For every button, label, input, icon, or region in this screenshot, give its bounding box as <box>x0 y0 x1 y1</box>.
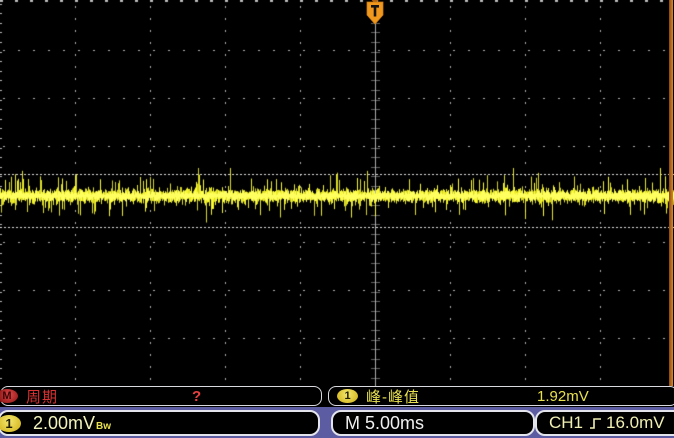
trigger-position-marker-icon <box>364 0 386 26</box>
status-bar: 1 2.00mV Bw M 5.00ms CH1 16.0mV ← <box>0 407 674 438</box>
measurement-period-value: ? <box>192 388 201 405</box>
ch1-source-badge: 1 <box>337 389 358 403</box>
trigger-level-value: 16.0mV <box>606 413 665 433</box>
timebase-value: M 5.00ms <box>345 413 424 434</box>
math-source-badge: M <box>0 389 18 403</box>
channel-scale-value: 2.00mV <box>33 413 95 434</box>
oscilloscope-screen: M 周期 ? 1 峰-峰值 1.92mV 1 2.00mV Bw M 5.00m… <box>0 0 674 438</box>
timebase-box: M 5.00ms <box>331 410 535 436</box>
trigger-info-box: CH1 16.0mV <box>535 410 674 436</box>
measurement-period-label: 周期 <box>26 386 58 407</box>
measurement-bar: M 周期 ? 1 峰-峰值 1.92mV <box>0 386 674 407</box>
measurement-peak-peak-box: 1 峰-峰值 1.92mV <box>328 386 674 406</box>
channel-scale-box: 1 2.00mV Bw <box>0 410 320 436</box>
trigger-source-label: CH1 <box>549 413 583 433</box>
measurement-period-box: M 周期 ? <box>0 386 322 406</box>
measurement-peak-peak-label: 峰-峰值 <box>366 386 420 407</box>
right-edge-orange-line <box>669 0 673 404</box>
rising-edge-icon <box>589 415 602 431</box>
bandwidth-limit-indicator: Bw <box>96 421 111 432</box>
channel1-badge: 1 <box>0 415 21 432</box>
measurement-peak-peak-value: 1.92mV <box>537 388 589 405</box>
graticule-waveform-canvas <box>0 0 674 386</box>
